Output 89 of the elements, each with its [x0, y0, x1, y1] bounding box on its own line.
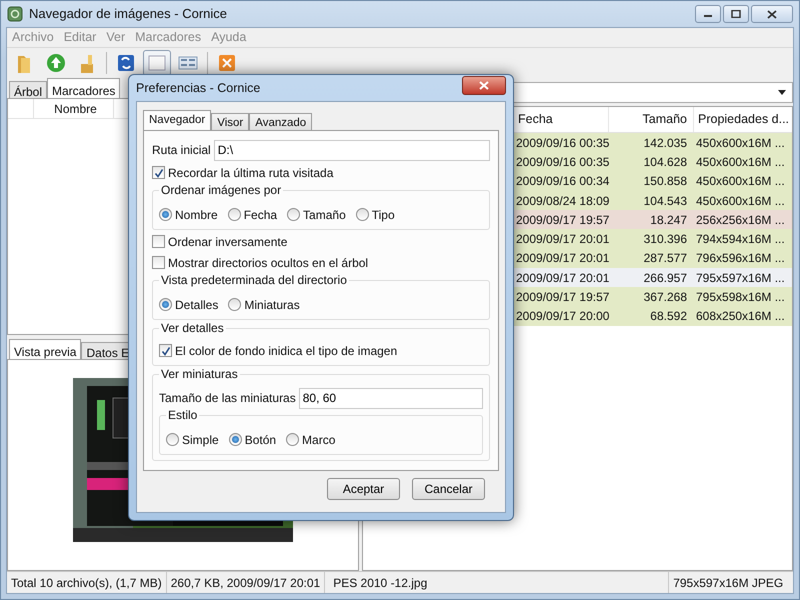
radio-label: Tamaño: [303, 206, 346, 224]
table-cell-text: 450x600x16M ...: [695, 173, 786, 190]
table-cell-text: 310.396: [642, 231, 688, 248]
radio-label: Marco: [302, 432, 336, 448]
close-icon: [767, 10, 777, 18]
table-cell-text: 287.577: [642, 250, 688, 268]
dialog-tab[interactable]: Visor: [211, 113, 250, 130]
maximize-button[interactable]: [723, 5, 749, 23]
dialog-tab[interactable]: Avanzado: [249, 113, 312, 130]
maximize-icon: [731, 10, 741, 18]
checkbox[interactable]: [159, 344, 172, 357]
radio-button[interactable]: [286, 433, 300, 446]
radio-button[interactable]: [228, 298, 242, 311]
table-cell-text: 2009/09/17 20:00: [515, 308, 608, 326]
table-cell-text: 2009/09/17 20:01: [515, 231, 608, 248]
radio-button[interactable]: [228, 433, 242, 446]
table-cell-text: 2009/08/24 18:09: [515, 192, 608, 210]
panel-tab[interactable]: Vista previa: [9, 339, 82, 359]
table-cell-text: 104.543: [642, 192, 688, 210]
status-text: PES 2010 -12.jpg: [329, 572, 670, 593]
table-cell-text: 256x256x16M ...: [695, 212, 786, 229]
close-button[interactable]: [751, 5, 793, 23]
table-cell-text: 2009/09/17 19:57: [515, 289, 608, 306]
checkbox-label: Recordar la última ruta visitada: [168, 164, 334, 182]
refresh-icon: [115, 52, 137, 74]
group-title: Ordenar imágenes por: [159, 182, 284, 198]
table-cell-text: 150.858: [642, 173, 688, 190]
table-cell-text: 367.268: [642, 289, 688, 306]
table-cell-text: 795x597x16M ...: [695, 270, 786, 287]
radio-label: Miniaturas: [244, 296, 300, 314]
radio-label: Nombre: [175, 206, 218, 224]
close-icon: [479, 80, 489, 90]
radio-button[interactable]: [159, 298, 172, 311]
app-icon: [7, 6, 23, 22]
checkbox[interactable]: [152, 256, 165, 269]
table-cell-text: 795x598x16M ...: [695, 289, 786, 306]
table-cell-text: 2009/09/16 00:35: [515, 134, 608, 152]
radio-button[interactable]: [287, 208, 300, 221]
table-cell-text: 68.592: [649, 308, 688, 326]
table-cell-text: 266.957: [642, 270, 688, 287]
minimize-button[interactable]: [695, 5, 721, 23]
panel-tab[interactable]: Árbol: [9, 81, 48, 98]
table-cell-text: 2009/09/17 19:57: [515, 212, 608, 229]
close-icon: [216, 52, 238, 74]
dialog-title: Preferencias - Cornice: [136, 80, 260, 97]
field-label: Ruta inicial: [152, 142, 211, 159]
column-header[interactable]: Nombre: [34, 99, 114, 118]
table-cell-text: 450x600x16M ...: [695, 134, 786, 152]
table-cell-text: 794x594x16M ...: [695, 231, 786, 248]
table-cell-text: 450x600x16M ...: [695, 192, 786, 210]
toolbar-button[interactable]: [143, 50, 171, 76]
radio-label: Botón: [244, 432, 276, 448]
checkbox-label: El color de fondo inidica el tipo de imagen: [175, 342, 398, 360]
radio-label: Detalles: [175, 296, 218, 314]
status-text: Total 10 archivo(s), (1,7 MB): [7, 572, 167, 593]
table-cell-text: 608x250x16M ...: [695, 308, 786, 326]
status-text: 795x597x16M JPEG: [672, 574, 784, 592]
radio-button[interactable]: [159, 208, 172, 221]
table-cell-text: 796x596x16M ...: [695, 250, 786, 268]
dialog-button[interactable]: Cancelar: [412, 478, 485, 500]
dropdown-arrow-icon: [778, 90, 786, 95]
table-cell-text: 18.247: [649, 212, 688, 229]
radio-label: Simple: [182, 432, 219, 448]
radio-button[interactable]: [356, 208, 369, 221]
window-title: Navegador de imágenes - Cornice: [29, 5, 227, 24]
radio-button[interactable]: [166, 433, 179, 446]
status-text: 260,7 KB, 2009/09/17 20:01: [166, 572, 326, 593]
table-cell-text: 450x600x16M ...: [695, 154, 786, 171]
radio-button[interactable]: [228, 208, 241, 221]
radio-label: Fecha: [244, 206, 278, 224]
table-cell-text: 104.628: [642, 154, 688, 171]
table-cell-text: 2009/09/17 20:01: [515, 270, 608, 287]
column-header[interactable]: Propiedades d...: [693, 107, 792, 132]
checkbox[interactable]: [152, 166, 165, 179]
table-cell-text: 2009/09/17 20:01: [515, 250, 608, 268]
checkbox-label: Ordenar inversamente: [168, 234, 288, 250]
column-header[interactable]: Tamaño: [608, 107, 693, 132]
panel-tab[interactable]: Marcadores: [47, 78, 120, 98]
table-cell-text: 2009/09/16 00:35: [515, 154, 608, 171]
field-label: Tamaño de las miniaturas: [159, 390, 296, 407]
table-cell-text: 2009/09/16 00:34: [515, 173, 608, 190]
checkbox[interactable]: [152, 235, 165, 248]
close-button[interactable]: [462, 76, 506, 94]
text-field[interactable]: 80, 60: [298, 388, 483, 408]
text-field[interactable]: D:\: [214, 140, 490, 160]
group-title: Vista predeterminada del directorio: [159, 272, 349, 288]
table-cell-text: 142.035: [642, 134, 688, 152]
dialog-button[interactable]: Aceptar: [327, 478, 400, 500]
dialog-tab[interactable]: Navegador: [143, 110, 212, 130]
